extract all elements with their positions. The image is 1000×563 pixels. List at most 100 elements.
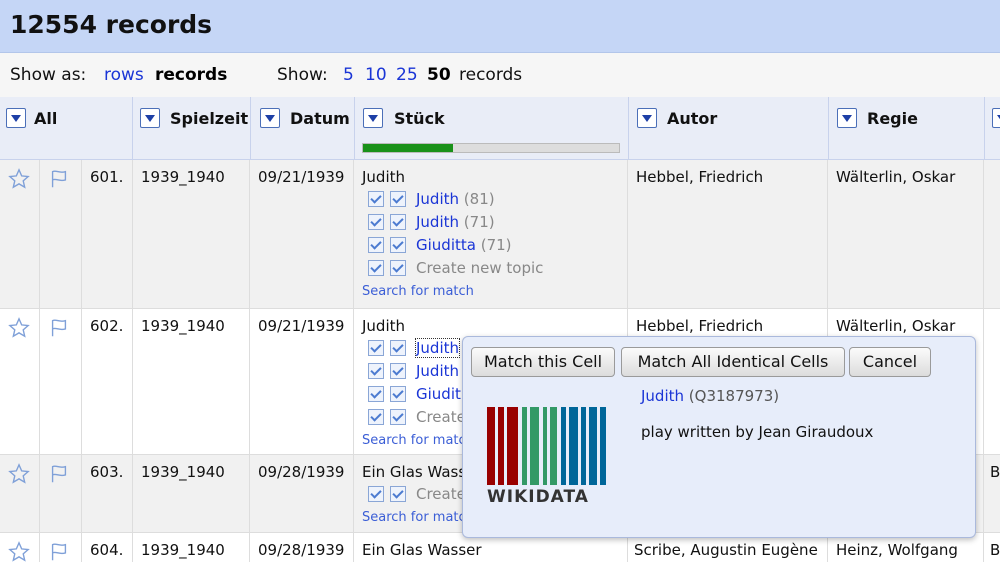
- match-this-cell-button[interactable]: Match this Cell: [471, 347, 615, 377]
- cell-next[interactable]: B: [984, 533, 1000, 562]
- column-datum-dropdown-icon[interactable]: [260, 108, 280, 128]
- cell-datum[interactable]: 09/28/1939: [250, 455, 354, 532]
- cell-datum[interactable]: 09/21/1939: [250, 309, 354, 454]
- flag-icon[interactable]: [48, 463, 70, 485]
- column-spielzeit-label: Spielzeit: [170, 109, 249, 128]
- create-similar-check-icon[interactable]: [390, 409, 406, 425]
- create-check-icon[interactable]: [368, 260, 384, 276]
- wikidata-barcode-icon: [487, 407, 606, 485]
- match-popup: Match this Cell Match All Identical Cell…: [462, 336, 976, 538]
- create-topic-item: Create new topic: [362, 258, 627, 281]
- row-number: 602.: [90, 317, 124, 335]
- show-as-label: Show as:: [10, 65, 87, 85]
- create-new-topic[interactable]: Create: [416, 408, 466, 426]
- page-size-5[interactable]: 5: [343, 65, 354, 85]
- cell-datum[interactable]: 09/21/1939: [250, 160, 354, 308]
- row-number: 601.: [90, 168, 124, 186]
- cell-spielzeit[interactable]: 1939_1940: [132, 455, 250, 532]
- record-count-title: 12554 records: [10, 10, 213, 39]
- column-next-dropdown-icon[interactable]: [992, 108, 1000, 128]
- star-icon[interactable]: [8, 168, 30, 190]
- candidate-score: (81): [463, 190, 495, 208]
- flag-icon[interactable]: [48, 541, 70, 563]
- column-datum: Datum: [250, 97, 355, 159]
- match-all-identical-button[interactable]: Match All Identical Cells: [621, 347, 845, 377]
- column-autor-dropdown-icon[interactable]: [637, 108, 657, 128]
- candidate-link[interactable]: Judith: [414, 338, 461, 358]
- column-autor-label: Autor: [667, 109, 718, 128]
- cell-regie[interactable]: Wälterlin, Oskar: [828, 160, 984, 308]
- candidate-link[interactable]: Judith: [416, 190, 459, 208]
- match-check-icon[interactable]: [368, 386, 384, 402]
- show-as-records-link[interactable]: records: [155, 65, 227, 85]
- star-icon[interactable]: [8, 317, 30, 339]
- search-for-match-link[interactable]: Search for match: [362, 284, 627, 299]
- candidate-link[interactable]: Giuditta: [416, 236, 476, 254]
- cancel-button[interactable]: Cancel: [849, 347, 931, 377]
- cell-autor[interactable]: Hebbel, Friedrich: [628, 160, 828, 308]
- column-regie-dropdown-icon[interactable]: [837, 108, 857, 128]
- candidate-item: Judith (71): [362, 212, 627, 235]
- entity-title: Judith (Q3187973): [641, 387, 779, 405]
- match-similar-check-icon[interactable]: [390, 214, 406, 230]
- match-similar-check-icon[interactable]: [390, 340, 406, 356]
- column-stueck-dropdown-icon[interactable]: [363, 108, 383, 128]
- column-stueck: Stück: [354, 97, 629, 159]
- create-new-topic[interactable]: Create: [416, 485, 466, 503]
- page-size-25[interactable]: 25: [396, 65, 418, 85]
- match-check-icon[interactable]: [368, 237, 384, 253]
- view-bar: Show as: rows records Show: 5 10 25 50 r…: [0, 53, 1000, 98]
- column-all-dropdown-icon[interactable]: [6, 108, 26, 128]
- create-similar-check-icon[interactable]: [390, 260, 406, 276]
- column-datum-label: Datum: [290, 109, 350, 128]
- cell-spielzeit[interactable]: 1939_1940: [132, 309, 250, 454]
- table-row: 601. 1939_1940 09/21/1939 Judith Judith …: [0, 160, 1000, 309]
- match-check-icon[interactable]: [368, 191, 384, 207]
- candidate-link[interactable]: Judith: [416, 213, 459, 231]
- reconcile-progress-fill: [363, 144, 453, 152]
- column-header-bar: All Spielzeit Datum Stück Autor Regie: [0, 97, 1000, 162]
- match-similar-check-icon[interactable]: [390, 386, 406, 402]
- match-similar-check-icon[interactable]: [390, 191, 406, 207]
- candidate-item: Judith (81): [362, 189, 627, 212]
- star-icon[interactable]: [8, 463, 30, 485]
- column-regie-label: Regie: [867, 109, 918, 128]
- page-size-50[interactable]: 50: [427, 65, 451, 85]
- column-spielzeit-dropdown-icon[interactable]: [140, 108, 160, 128]
- project-header: 12554 records: [0, 0, 1000, 53]
- cell-next[interactable]: B: [984, 455, 1000, 532]
- cell-spielzeit[interactable]: 1939_1940: [132, 160, 250, 308]
- candidate-link[interactable]: Giudit: [416, 385, 461, 403]
- records-suffix: records: [459, 65, 523, 85]
- entity-description: play written by Jean Giraudoux: [641, 423, 874, 441]
- cell-stueck-value: Judith: [362, 168, 406, 186]
- row-number: 603.: [90, 463, 124, 481]
- create-new-topic[interactable]: Create new topic: [416, 259, 543, 277]
- create-check-icon[interactable]: [368, 409, 384, 425]
- star-icon[interactable]: [8, 541, 30, 563]
- match-check-icon[interactable]: [368, 340, 384, 356]
- show-count-label: Show:: [277, 65, 328, 85]
- create-similar-check-icon[interactable]: [390, 486, 406, 502]
- column-autor: Autor: [628, 97, 829, 159]
- flag-icon[interactable]: [48, 168, 70, 190]
- show-as-rows-link[interactable]: rows: [104, 65, 144, 85]
- cell-stueck-value: Judith: [362, 317, 406, 335]
- match-similar-check-icon[interactable]: [390, 237, 406, 253]
- match-check-icon[interactable]: [368, 214, 384, 230]
- column-spielzeit: Spielzeit: [132, 97, 251, 159]
- cell-spielzeit[interactable]: 1939_1940: [132, 533, 250, 562]
- cell-stueck[interactable]: Judith Judith (81) Judith (71) Giuditta …: [354, 160, 628, 308]
- page-size-10[interactable]: 10: [365, 65, 387, 85]
- flag-icon[interactable]: [48, 317, 70, 339]
- entity-link[interactable]: Judith: [641, 387, 684, 405]
- cell-datum[interactable]: 09/28/1939: [250, 533, 354, 562]
- match-check-icon[interactable]: [368, 363, 384, 379]
- candidate-score: (71): [480, 236, 512, 254]
- match-similar-check-icon[interactable]: [390, 363, 406, 379]
- candidate-item: Giuditta (71): [362, 235, 627, 258]
- candidate-link[interactable]: Judith: [416, 362, 459, 380]
- row-number: 604.: [90, 541, 124, 559]
- create-check-icon[interactable]: [368, 486, 384, 502]
- entity-id: (Q3187973): [688, 387, 780, 405]
